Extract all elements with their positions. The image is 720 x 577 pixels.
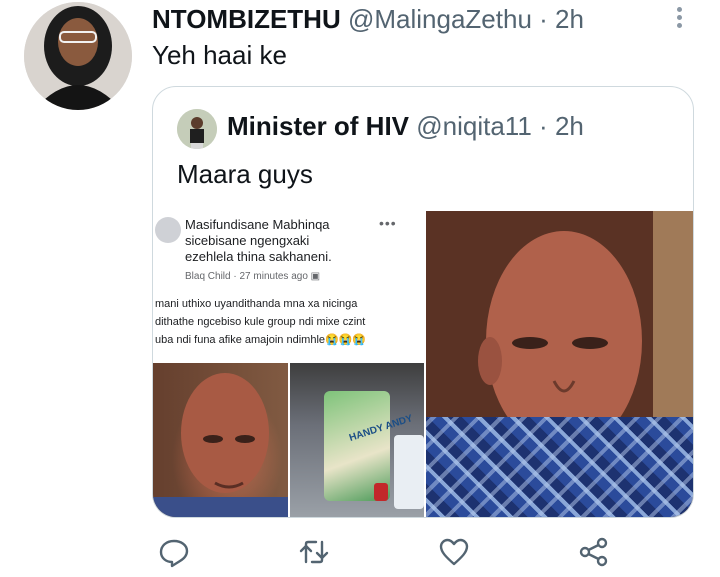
quoted-author-avatar — [177, 109, 217, 149]
quoted-separator: · — [539, 111, 548, 141]
fb-body: mani uthixo uyandithanda mna xa nicinga … — [155, 295, 423, 349]
timestamp[interactable]: 2h — [555, 4, 584, 34]
quoted-text: Maara guys — [177, 159, 313, 189]
tweet-text: Yeh haai ke — [152, 40, 287, 70]
media-photo-products[interactable]: HANDY ANDY — [290, 363, 424, 517]
fb-meta: Blaq Child · 27 minutes ago ▣ — [185, 271, 320, 282]
display-name[interactable]: NTOMBIZETHU — [152, 4, 341, 34]
quoted-handle: @niqita11 — [416, 111, 532, 141]
media-photo-face-small[interactable] — [153, 363, 288, 517]
tweet-header: NTOMBIZETHU @MalingaZethu · 2h — [152, 4, 584, 35]
fb-group-name-line: sicebisane ngengxaki — [185, 233, 310, 248]
fb-dot: · — [233, 271, 237, 282]
fb-body-line: uba ndi funa afike amajoin ndimhle😭😭😭 — [155, 334, 367, 346]
fb-avatar — [155, 217, 181, 243]
fb-author: Blaq Child — [185, 271, 231, 282]
fb-more-icon: ••• — [379, 215, 397, 231]
fb-audience-icon: ▣ — [310, 271, 321, 282]
quoted-header: Minister of HIV @niqita11 · 2h — [227, 111, 584, 142]
quoted-display-name: Minister of HIV — [227, 111, 410, 141]
media-facebook-screenshot[interactable]: Masifundisane Mabhinqa sicebisane ngengx… — [153, 211, 424, 361]
reply-icon[interactable] — [158, 536, 190, 568]
media-photo-face-large[interactable] — [426, 211, 693, 517]
retweet-icon[interactable] — [298, 536, 330, 568]
quoted-timestamp: 2h — [554, 111, 584, 141]
fb-body-line: mani uthixo uyandithanda mna xa nicinga — [155, 298, 358, 310]
share-icon[interactable] — [578, 536, 610, 568]
author-avatar[interactable] — [24, 2, 132, 110]
separator: · — [539, 4, 548, 34]
fb-group-name-line: Masifundisane Mabhinqa — [185, 217, 330, 232]
fb-body-line: dithathe ngcebiso kule group ndi mixe cz… — [155, 316, 366, 328]
handle[interactable]: @MalingaZethu — [348, 4, 532, 34]
fb-group-name-line: ezehlela thina sakhaneni. — [185, 249, 332, 264]
fb-group-name: Masifundisane Mabhinqa sicebisane ngengx… — [185, 217, 385, 265]
like-icon[interactable] — [438, 536, 470, 568]
fb-time: 27 minutes ago — [239, 271, 308, 282]
quoted-tweet[interactable]: Minister of HIV @niqita11 · 2h Maara guy… — [152, 86, 694, 518]
more-options-icon[interactable] — [672, 4, 686, 34]
tweet-actions — [0, 536, 720, 576]
media-grid: Masifundisane Mabhinqa sicebisane ngengx… — [153, 211, 693, 517]
